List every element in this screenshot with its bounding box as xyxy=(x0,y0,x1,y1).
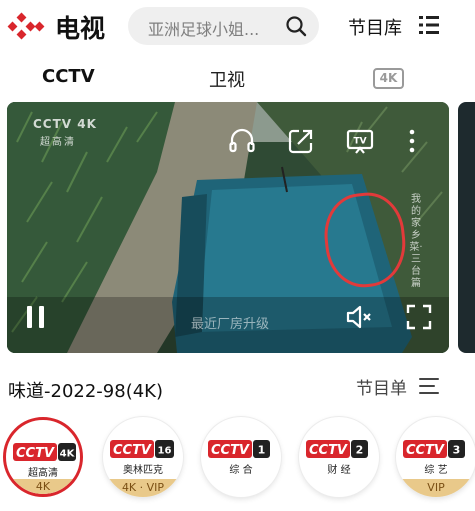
channel-cctv-3[interactable]: CCTV 3 综 艺 VIP xyxy=(396,417,475,497)
next-video-preview[interactable] xyxy=(458,102,475,353)
tab-satellite[interactable]: 卫视 xyxy=(209,66,245,92)
svg-text:CCTV: CCTV xyxy=(16,446,55,461)
program-list-icon[interactable] xyxy=(418,376,440,396)
svg-text:TV: TV xyxy=(353,137,366,147)
cctv-16-logo: CCTV 16 xyxy=(110,440,174,458)
channel-cctv-4k[interactable]: CCTV 4K 超高清 4K xyxy=(3,417,83,497)
channel-sub-label: 财 经 xyxy=(327,465,351,476)
more-options-icon[interactable] xyxy=(405,126,419,156)
channel-sub-label: 综 合 xyxy=(229,465,253,476)
svg-text:3: 3 xyxy=(453,444,461,457)
channel-sub-label: 综 艺 xyxy=(424,465,448,476)
channel-sub-label: 奥林匹克 xyxy=(123,465,163,476)
svg-text:CCTV: CCTV xyxy=(406,443,445,458)
channel-cctv-16[interactable]: CCTV 16 奥林匹克 4K · VIP xyxy=(103,417,183,497)
channel-sub-label: 超高清 xyxy=(28,468,58,479)
channel-cctv-2[interactable]: CCTV 2 财 经 xyxy=(299,417,379,497)
channel-cctv-1[interactable]: CCTV 1 综 合 xyxy=(201,417,281,497)
svg-text:4K: 4K xyxy=(60,449,76,460)
menu-list-icon[interactable] xyxy=(418,14,440,36)
svg-text:2: 2 xyxy=(356,444,364,457)
search-bar[interactable]: 亚洲足球小姐... xyxy=(128,7,319,45)
cctv-4k-logo: CCTV 4K xyxy=(13,443,76,461)
search-icon[interactable] xyxy=(285,15,307,37)
svg-text:CCTV: CCTV xyxy=(309,443,348,458)
fullscreen-icon[interactable] xyxy=(404,302,434,332)
cctv-app-logo[interactable] xyxy=(6,10,46,42)
video-player[interactable]: CCTV 4K 超高清 我的家乡菜·三台篇 最近厂房升级 TV xyxy=(7,102,449,353)
cast-tv-icon[interactable]: TV xyxy=(345,126,375,156)
tab-cctv[interactable]: CCTV xyxy=(42,66,95,87)
cctv-3-logo: CCTV 3 xyxy=(403,440,465,458)
side-caption: 我的家乡菜·三台篇 xyxy=(409,194,423,289)
headphones-icon[interactable] xyxy=(227,126,257,156)
channel-watermark-sub: 超高清 xyxy=(40,137,76,148)
program-list-button[interactable]: 节目单 xyxy=(356,374,407,399)
tab-4k[interactable]: 4K xyxy=(373,68,404,89)
video-subtitle: 最近厂房升级 xyxy=(191,317,270,332)
cctv-2-logo: CCTV 2 xyxy=(306,440,368,458)
svg-text:CCTV: CCTV xyxy=(211,443,250,458)
svg-text:CCTV: CCTV xyxy=(113,443,152,458)
channel-badge: VIP xyxy=(396,479,475,497)
program-library-button[interactable]: 节目库 xyxy=(348,14,402,40)
app-header: 电视 亚洲足球小姐... 节目库 xyxy=(0,0,475,52)
svg-text:16: 16 xyxy=(158,446,172,457)
app-title: 电视 xyxy=(55,14,106,43)
mute-icon[interactable] xyxy=(344,302,374,332)
svg-text:1: 1 xyxy=(258,444,266,457)
search-input[interactable]: 亚洲足球小姐... xyxy=(148,16,288,40)
cctv-1-logo: CCTV 1 xyxy=(208,440,270,458)
share-icon[interactable] xyxy=(286,126,316,156)
program-title: 味道-2022-98(4K) xyxy=(8,381,164,402)
channel-badge: 4K · VIP xyxy=(103,479,183,497)
channel-badge: 4K xyxy=(6,479,80,494)
channel-watermark: CCTV 4K xyxy=(33,117,97,131)
pause-icon[interactable] xyxy=(21,302,51,332)
